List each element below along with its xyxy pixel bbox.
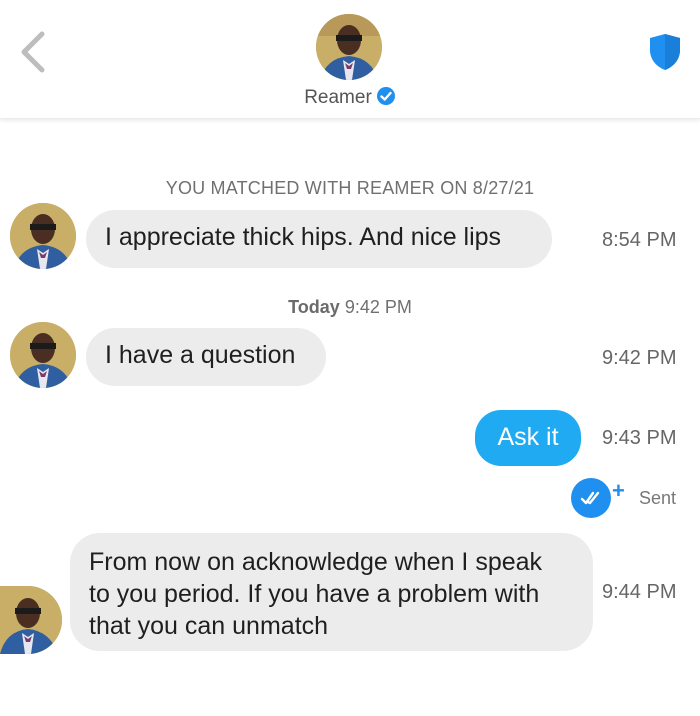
message-bubble-incoming[interactable]: From now on acknowledge when I speak to … — [70, 533, 593, 651]
message-text: I appreciate thick hips. And nice lips — [105, 223, 502, 251]
verified-check-icon — [376, 86, 396, 112]
message-avatar[interactable] — [10, 203, 76, 269]
contact-avatar[interactable] — [316, 14, 382, 80]
message-text: Ask it — [497, 423, 559, 451]
read-receipt-button[interactable] — [571, 478, 611, 518]
message-avatar[interactable] — [0, 586, 62, 654]
chat-header: Reamer — [0, 0, 700, 119]
avatar-photo — [10, 203, 76, 269]
avatar-photo — [0, 586, 62, 654]
message-time: 9:44 PM — [602, 581, 677, 603]
contact-name: Reamer — [304, 87, 372, 108]
message-text-line: to you period. If you have a problem wit… — [89, 580, 540, 608]
plus-icon[interactable]: + — [612, 478, 625, 504]
double-check-icon — [580, 491, 600, 505]
avatar-photo — [10, 322, 76, 388]
message-text-line: From now on acknowledge when I speak — [89, 548, 543, 576]
message-bubble-incoming[interactable]: I have a question — [86, 328, 326, 386]
message-text-line: that you can unmatch — [89, 612, 329, 640]
message-avatar[interactable] — [10, 322, 76, 388]
message-bubble-incoming[interactable]: I appreciate thick hips. And nice lips — [86, 210, 552, 268]
sent-status: Sent — [639, 488, 677, 508]
date-divider-day: Today — [288, 297, 340, 317]
message-bubble-outgoing[interactable]: Ask it — [475, 410, 581, 466]
message-time: 8:54 PM — [602, 229, 677, 251]
shield-icon — [650, 34, 680, 70]
date-divider: Today 9:42 PM — [0, 297, 700, 318]
match-notice: YOU MATCHED WITH REAMER ON 8/27/21 — [165, 178, 535, 198]
safety-shield-button[interactable] — [646, 32, 684, 72]
message-text: I have a question — [105, 341, 296, 369]
avatar-photo — [316, 14, 382, 80]
message-time: 9:43 PM — [602, 427, 677, 449]
back-button[interactable] — [14, 28, 54, 76]
chevron-left-icon — [21, 31, 45, 73]
date-divider-time: 9:42 PM — [344, 297, 412, 317]
contact-name-row[interactable]: Reamer — [0, 86, 700, 112]
message-time: 9:42 PM — [602, 347, 677, 369]
